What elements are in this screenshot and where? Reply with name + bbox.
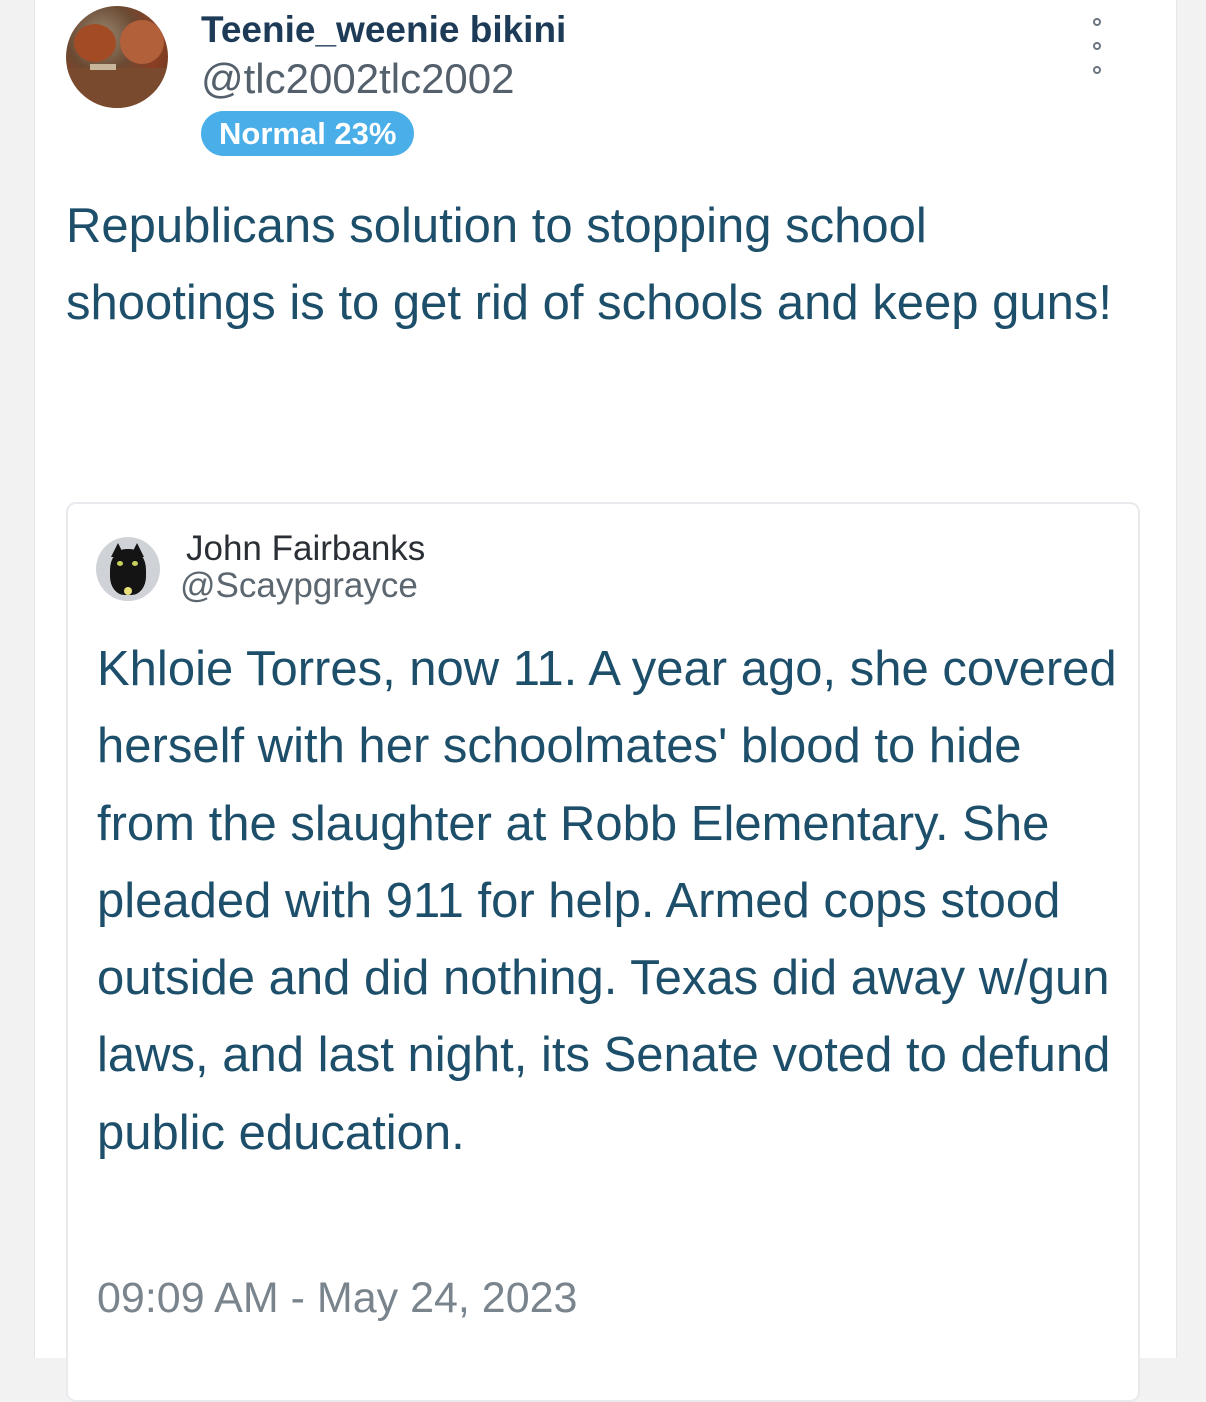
author-display-name[interactable]: Teenie_weenie bikini [201, 9, 566, 51]
quoted-author-name[interactable]: John Fairbanks [186, 529, 425, 569]
author-handle[interactable]: @tlc2002tlc2002 [201, 55, 515, 103]
more-options-icon[interactable] [1088, 14, 1110, 86]
post-text: Republicans solution to stopping school … [66, 199, 1112, 330]
quoted-post-timestamp: 09:09 AM - May 24, 2023 [97, 1274, 578, 1322]
quoted-author-handle[interactable]: @Scaypgrayce [180, 566, 418, 606]
quoted-post-text: Khloie Torres, now 11. A year ago, she c… [97, 642, 1117, 1160]
author-avatar[interactable] [66, 6, 168, 108]
status-badge: Normal 23% [201, 111, 415, 156]
quoted-author-avatar[interactable] [96, 537, 160, 601]
